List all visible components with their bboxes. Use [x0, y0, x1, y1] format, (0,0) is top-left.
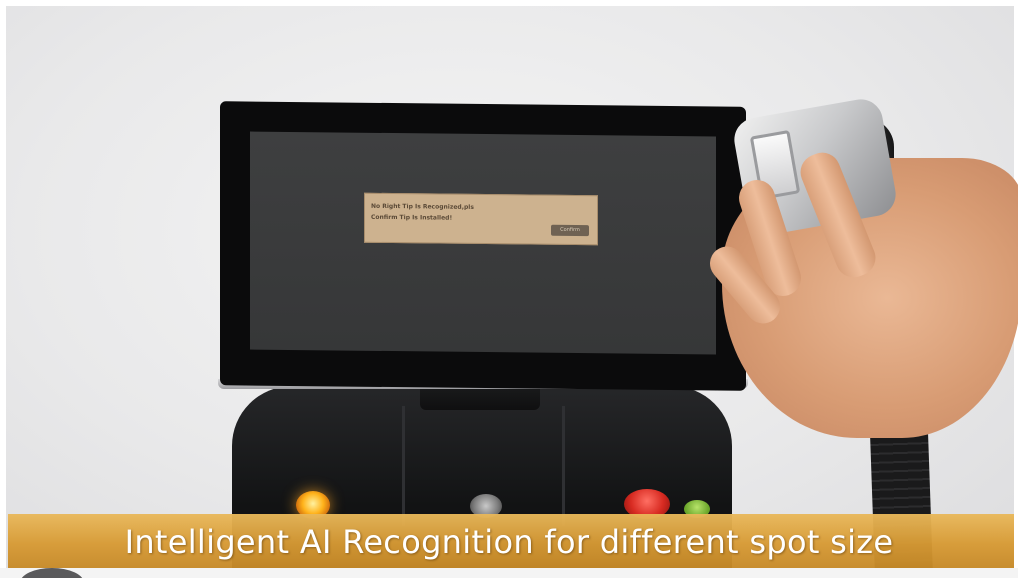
dialog-message: No Right Tip Is Recognized,pls Confirm T… [371, 202, 474, 222]
touch-monitor: No Right Tip Is Recognized,pls Confirm T… [220, 101, 746, 391]
frame-border-top [0, 0, 1018, 6]
frame-border-left [0, 0, 6, 578]
dialog-confirm-button: Confirm [551, 224, 589, 237]
body-seam [402, 406, 405, 526]
frame-border-bottom [0, 568, 1018, 578]
video-frame: No Right Tip Is Recognized,pls Confirm T… [0, 0, 1018, 578]
caption-text: Intelligent AI Recognition for different… [124, 523, 894, 561]
alert-dialog: No Right Tip Is Recognized,pls Confirm T… [364, 192, 598, 246]
monitor-screen: No Right Tip Is Recognized,pls Confirm T… [250, 131, 716, 355]
body-seam [562, 406, 565, 526]
